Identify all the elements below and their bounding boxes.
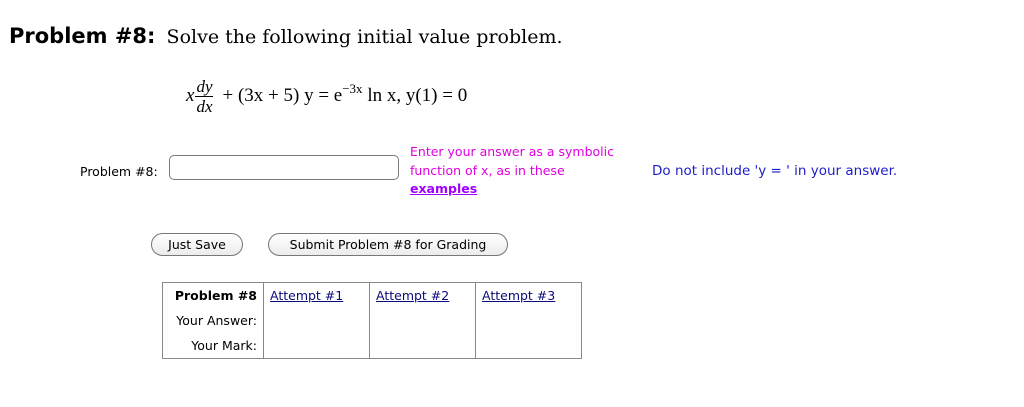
problem-description: Solve the following initial value proble… [166,26,563,48]
problem-heading: Problem #8: Solve the following initial … [9,24,563,48]
hint-line-2: function of x, as in these [410,162,565,178]
table-row: Your Mark: [163,333,582,359]
answer-cell-1 [263,308,370,333]
answer-note: Do not include 'y = ' in your answer. [652,163,898,179]
eq-frac-bottom: dx [196,97,213,116]
attempt-3-link[interactable]: Attempt #3 [475,282,582,308]
attempts-table: Problem #8 Attempt #1 Attempt #2 Attempt… [162,282,582,359]
eq-part-2: ln x, y(1) = 0 [362,84,468,106]
attempt-2-link[interactable]: Attempt #2 [369,282,476,308]
answer-cell-3 [475,308,582,333]
table-row: Your Answer: [163,308,582,333]
eq-frac-top: dy [195,77,214,97]
eq-fraction: dy dx [195,77,214,116]
answer-hint: Enter your answer as a symbolic function… [410,143,614,199]
eq-part-1: + (3x + 5) y = e [222,84,343,106]
eq-exponent: −3x [342,80,363,96]
just-save-button[interactable]: Just Save [151,233,243,256]
submit-grading-button[interactable]: Submit Problem #8 for Grading [268,233,508,256]
answer-label: Problem #8: [80,164,158,179]
examples-link[interactable]: examples [410,181,477,196]
mark-cell-3 [475,333,582,359]
mark-cell-2 [369,333,476,359]
equation: x dy dx + (3x + 5) y = e−3x ln x, y(1) = 0 [186,78,467,115]
problem-number: Problem #8: [9,24,156,48]
your-mark-label: Your Mark: [191,338,257,353]
table-header-row: Problem #8 Attempt #1 Attempt #2 Attempt… [163,282,582,308]
mark-cell-1 [263,333,370,359]
your-answer-label: Your Answer: [176,313,257,328]
attempt-1-link[interactable]: Attempt #1 [263,282,370,308]
hint-line-1: Enter your answer as a symbolic [410,144,614,159]
answer-input[interactable] [169,155,399,180]
table-header-problem: Problem #8 [174,288,257,303]
answer-cell-2 [369,308,476,333]
eq-x: x [186,84,195,106]
